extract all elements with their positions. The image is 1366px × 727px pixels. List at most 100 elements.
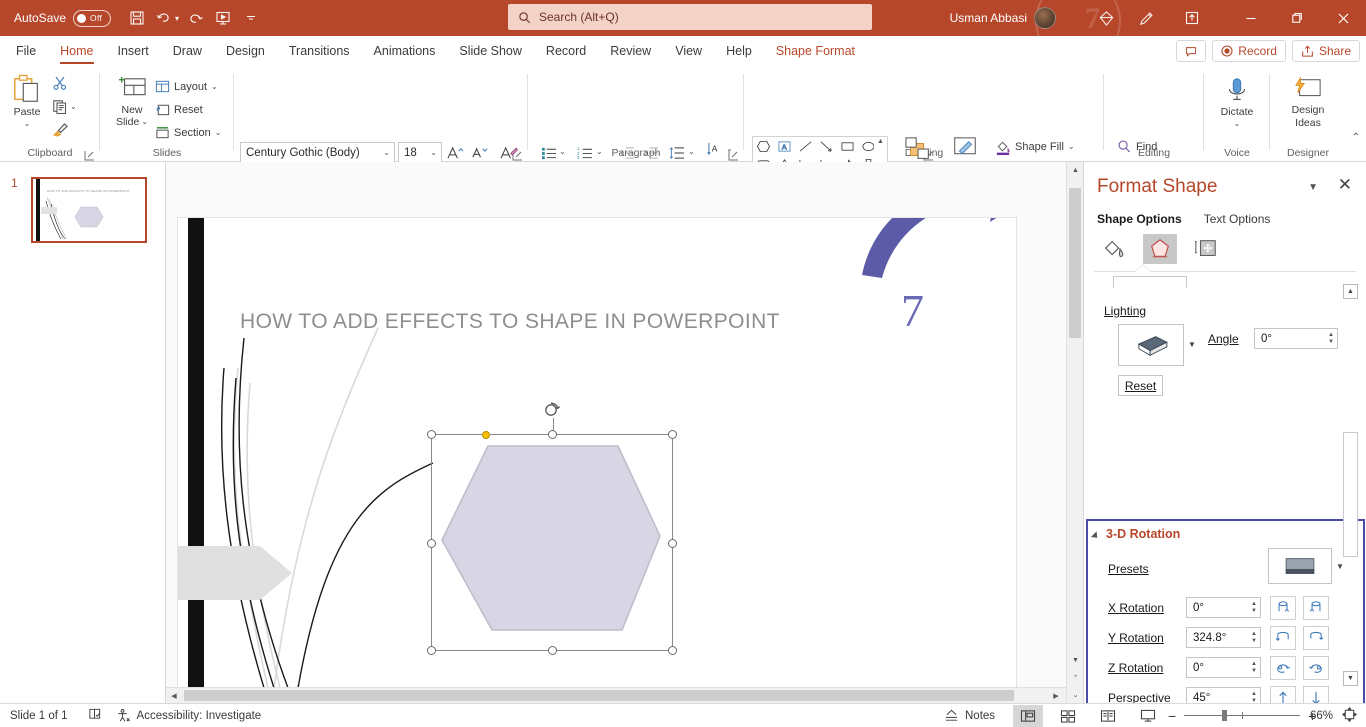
tab-draw[interactable]: Draw	[161, 36, 214, 66]
gray-arrow-shape[interactable]	[178, 540, 296, 606]
x-rotation-spin-arrows[interactable]: ▲ ▼	[1251, 599, 1257, 616]
redo-icon[interactable]	[181, 4, 209, 32]
canvas-vertical-scrollbar[interactable]: ▲ ▼ ⌃ ⌄	[1066, 162, 1084, 703]
handle-top-right[interactable]	[668, 430, 677, 439]
line-spacing-button[interactable]	[666, 142, 688, 164]
effects-icon[interactable]	[1143, 234, 1177, 264]
line-spacing-chevron-icon[interactable]: ⌄	[688, 147, 695, 156]
avatar[interactable]	[1034, 7, 1056, 29]
close-button[interactable]	[1320, 0, 1366, 36]
shape-arrow-icon[interactable]	[816, 137, 837, 156]
font-name-chevron-icon[interactable]: ⌄	[383, 148, 390, 157]
scroll-left-icon[interactable]: ◀	[166, 688, 182, 704]
copy-icon[interactable]	[52, 99, 68, 115]
slide-surface[interactable]: HOW TO ADD EFFECTS TO SHAPE IN POWERPOIN…	[178, 218, 1016, 688]
increase-font-size-button[interactable]	[444, 142, 466, 164]
shape-line-icon[interactable]	[795, 137, 816, 156]
y-rotate-down-button[interactable]	[1303, 626, 1329, 650]
vertical-scroll-thumb[interactable]	[1069, 188, 1081, 338]
decrease-font-size-button[interactable]	[468, 142, 490, 164]
format-painter-icon[interactable]	[52, 121, 69, 138]
lighting-preset-chevron-icon[interactable]: ▼	[1188, 340, 1196, 349]
restore-button[interactable]	[1274, 0, 1320, 36]
tab-transitions[interactable]: Transitions	[277, 36, 362, 66]
lighting-reset-button[interactable]: Reset	[1118, 375, 1163, 396]
horizontal-scroll-thumb[interactable]	[184, 690, 1014, 701]
clear-formatting-button[interactable]	[498, 142, 520, 164]
pane-close-icon[interactable]: ✕	[1338, 176, 1352, 193]
gallery-scroll-up-icon[interactable]: ▲	[877, 138, 884, 145]
zoom-control[interactable]: − +	[1168, 708, 1316, 724]
y-rotation-spinner[interactable]: 324.8° ▲ ▼	[1186, 627, 1261, 648]
tab-insert[interactable]: Insert	[106, 36, 161, 66]
reading-view-button[interactable]	[1093, 705, 1123, 727]
paste-chevron-icon[interactable]: ⌄	[24, 118, 31, 130]
shape-fill-button[interactable]: Shape Fill ⌄	[992, 136, 1078, 157]
share-button[interactable]: Share	[1291, 40, 1360, 62]
zoom-slider-track[interactable]	[1184, 710, 1301, 721]
pane-scroll-thumb[interactable]	[1343, 432, 1358, 557]
slide-count-label[interactable]: Slide 1 of 1	[10, 710, 68, 722]
perspective-spin-arrows[interactable]: ▲ ▼	[1251, 689, 1257, 704]
handle-middle-right[interactable]	[668, 539, 677, 548]
design-ideas-button[interactable]: Design Ideas	[1280, 76, 1336, 130]
dictate-button[interactable]: Dictate ⌄	[1213, 76, 1261, 130]
pane-scroll-up-icon[interactable]: ▲	[1343, 284, 1358, 299]
notes-button[interactable]: Notes	[944, 709, 995, 723]
user-account[interactable]: Usman Abbasi	[950, 0, 1056, 36]
slide-title[interactable]: HOW TO ADD EFFECTS TO SHAPE IN POWERPOIN…	[240, 310, 780, 334]
y-rotation-spin-arrows[interactable]: ▲ ▼	[1251, 629, 1257, 646]
reset-button[interactable]: Reset	[152, 99, 206, 120]
previous-slide-icon[interactable]: ⌃	[1067, 669, 1084, 686]
size-and-properties-icon[interactable]	[1189, 234, 1223, 264]
font-name-combo[interactable]: Century Gothic (Body) ⌄	[240, 142, 395, 163]
tab-view[interactable]: View	[663, 36, 714, 66]
find-button[interactable]: Find	[1114, 136, 1160, 157]
font-size-chevron-icon[interactable]: ⌄	[430, 148, 437, 157]
increase-indent-button[interactable]	[640, 142, 662, 164]
handle-middle-left[interactable]	[427, 539, 436, 548]
fit-to-window-button[interactable]	[1341, 706, 1358, 725]
rotate-handle[interactable]	[543, 401, 561, 419]
clipboard-dialog-launcher[interactable]	[84, 148, 95, 161]
slide-show-button[interactable]	[1133, 705, 1163, 727]
text-direction-button[interactable]: A	[704, 138, 726, 160]
paste-button[interactable]: Paste ⌄	[12, 74, 42, 130]
layout-button[interactable]: Layout ⌄	[152, 76, 221, 97]
shape-textbox-icon[interactable]: A	[774, 137, 795, 156]
start-presentation-icon[interactable]	[209, 4, 237, 32]
pen-highlight-icon[interactable]	[1132, 4, 1160, 32]
undo-icon[interactable]	[151, 4, 179, 32]
perspective-spinner[interactable]: 45° ▲ ▼	[1186, 687, 1261, 703]
font-size-combo[interactable]: 18 ⌄	[398, 142, 442, 163]
lighting-preset-button[interactable]	[1118, 324, 1184, 366]
search-input[interactable]	[539, 10, 839, 24]
copy-chevron-icon[interactable]: ⌄	[70, 102, 77, 111]
zoom-slider-knob[interactable]	[1222, 710, 1228, 721]
z-rotate-cw-button[interactable]	[1303, 656, 1329, 680]
tab-review[interactable]: Review	[598, 36, 663, 66]
y-rotate-up-button[interactable]	[1270, 626, 1296, 650]
handle-bottom-right[interactable]	[668, 646, 677, 655]
z-rotation-spinner[interactable]: 0° ▲ ▼	[1186, 657, 1261, 678]
pane-options-chevron-icon[interactable]: ▼	[1308, 182, 1318, 193]
canvas-horizontal-scrollbar[interactable]: ◀ ▶	[166, 687, 1066, 704]
scroll-up-icon[interactable]: ▲	[1067, 162, 1084, 179]
pane-scroll-down-icon[interactable]: ▼	[1343, 671, 1358, 686]
scroll-right-icon[interactable]: ▶	[1048, 688, 1064, 704]
x-rotate-left-button[interactable]	[1270, 596, 1296, 620]
tab-slide-show[interactable]: Slide Show	[447, 36, 534, 66]
handle-bottom-left[interactable]	[427, 646, 436, 655]
record-button[interactable]: Record	[1212, 40, 1286, 62]
fill-and-line-icon[interactable]	[1097, 234, 1131, 264]
z-rotation-spin-arrows[interactable]: ▲ ▼	[1251, 659, 1257, 676]
autosave-toggle[interactable]: Off	[73, 9, 112, 27]
customize-quick-access-icon[interactable]	[237, 4, 265, 32]
rotation-presets-button[interactable]	[1268, 548, 1332, 584]
lighting-angle-spin-arrows[interactable]: ▲ ▼	[1328, 330, 1334, 347]
perspective-increase-button[interactable]	[1270, 686, 1296, 703]
handle-top-center[interactable]	[548, 430, 557, 439]
decrease-indent-button[interactable]	[616, 142, 638, 164]
tab-home[interactable]: Home	[48, 36, 105, 66]
tab-file[interactable]: File	[4, 36, 48, 66]
